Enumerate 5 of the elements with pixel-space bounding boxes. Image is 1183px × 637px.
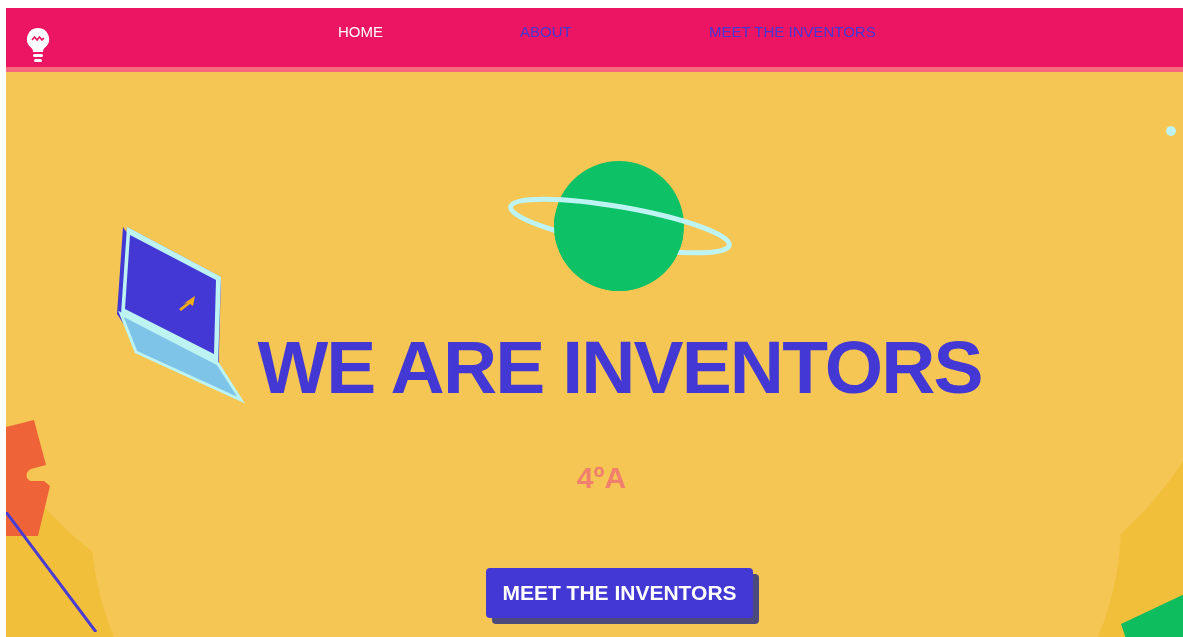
hero-title: WE ARE INVENTORS	[257, 330, 982, 405]
lightbulb-icon[interactable]	[26, 27, 50, 65]
corner-shape	[1121, 592, 1183, 637]
nav-link[interactable]: HOME	[338, 21, 520, 44]
class-label: 4ºA	[576, 460, 627, 496]
